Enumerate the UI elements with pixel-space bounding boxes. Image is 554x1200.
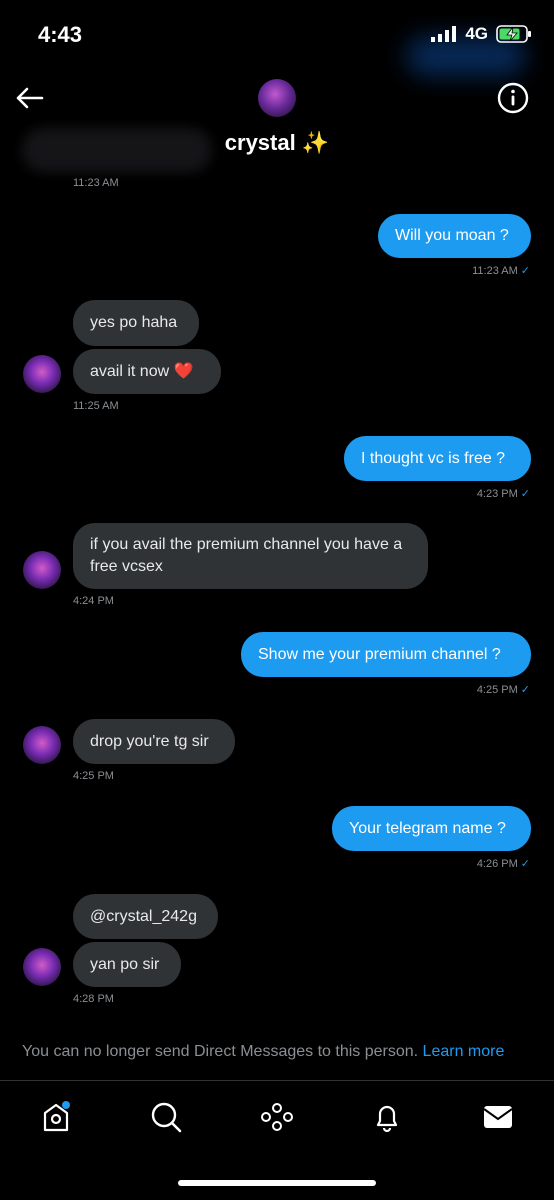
notice-text: You can no longer send Direct Messages t… <box>22 1043 419 1060</box>
status-time: 4:43 <box>38 22 83 47</box>
messages-icon[interactable] <box>480 1099 516 1135</box>
sender-avatar[interactable] <box>23 551 61 589</box>
message-timestamp: 4:23 PM ✓ <box>476 488 530 500</box>
sent-check-icon: ✓ <box>520 858 530 870</box>
info-icon[interactable] <box>497 82 529 114</box>
message-bubble-outgoing[interactable]: Your telegram name ? <box>332 806 531 851</box>
spaces-icon[interactable] <box>259 1099 295 1135</box>
message-timestamp: 4:25 PM <box>73 770 114 782</box>
home-indicator[interactable] <box>178 1180 376 1186</box>
message-bubble-incoming[interactable]: yes po haha <box>73 300 199 346</box>
header-avatar[interactable] <box>258 79 296 117</box>
message-timestamp: 4:28 PM <box>73 993 114 1005</box>
sender-avatar[interactable] <box>23 726 61 764</box>
message-bubble-outgoing[interactable]: Show me your premium channel ? <box>241 632 531 677</box>
network-label: 4G <box>465 24 488 43</box>
message-timestamp: 4:26 PM ✓ <box>476 858 530 870</box>
sender-avatar[interactable] <box>23 948 61 986</box>
message-timestamp: 4:24 PM <box>73 595 114 607</box>
message-bubble-outgoing[interactable]: Will you moan ? <box>378 214 531 258</box>
message-timestamp: 4:25 PM ✓ <box>476 684 530 696</box>
battery-charging-icon <box>496 25 531 43</box>
back-arrow-icon[interactable] <box>14 84 46 112</box>
tab-bar-divider <box>0 1080 554 1081</box>
signal-icon <box>431 26 457 42</box>
search-icon[interactable] <box>148 1099 184 1135</box>
message-bubble-incoming[interactable]: if you avail the premium channel you hav… <box>73 523 428 589</box>
dm-disabled-notice: You can no longer send Direct Messages t… <box>22 1043 504 1061</box>
sent-check-icon: ✓ <box>520 684 530 696</box>
sent-check-icon: ✓ <box>520 488 530 500</box>
message-timestamp: 11:23 AM ✓ <box>472 265 530 277</box>
message-bubble-incoming[interactable]: drop you're tg sir <box>73 719 235 764</box>
sent-check-icon: ✓ <box>520 265 530 277</box>
message-bubble-incoming-blurred <box>22 128 212 172</box>
sender-avatar[interactable] <box>23 355 61 393</box>
home-icon[interactable] <box>38 1099 74 1135</box>
message-bubble-incoming[interactable]: yan po sir <box>73 942 181 987</box>
message-timestamp: 11:23 AM <box>73 177 119 189</box>
message-bubble-outgoing[interactable]: I thought vc is free ? <box>344 436 531 481</box>
status-indicators: 4G <box>431 24 532 44</box>
message-bubble-incoming[interactable]: @crystal_242g <box>73 894 218 939</box>
notifications-icon[interactable] <box>369 1099 405 1135</box>
message-bubble-incoming[interactable]: avail it now ❤️ <box>73 349 221 394</box>
message-timestamp: 11:25 AM <box>73 400 119 412</box>
learn-more-link[interactable]: Learn more <box>423 1043 505 1060</box>
